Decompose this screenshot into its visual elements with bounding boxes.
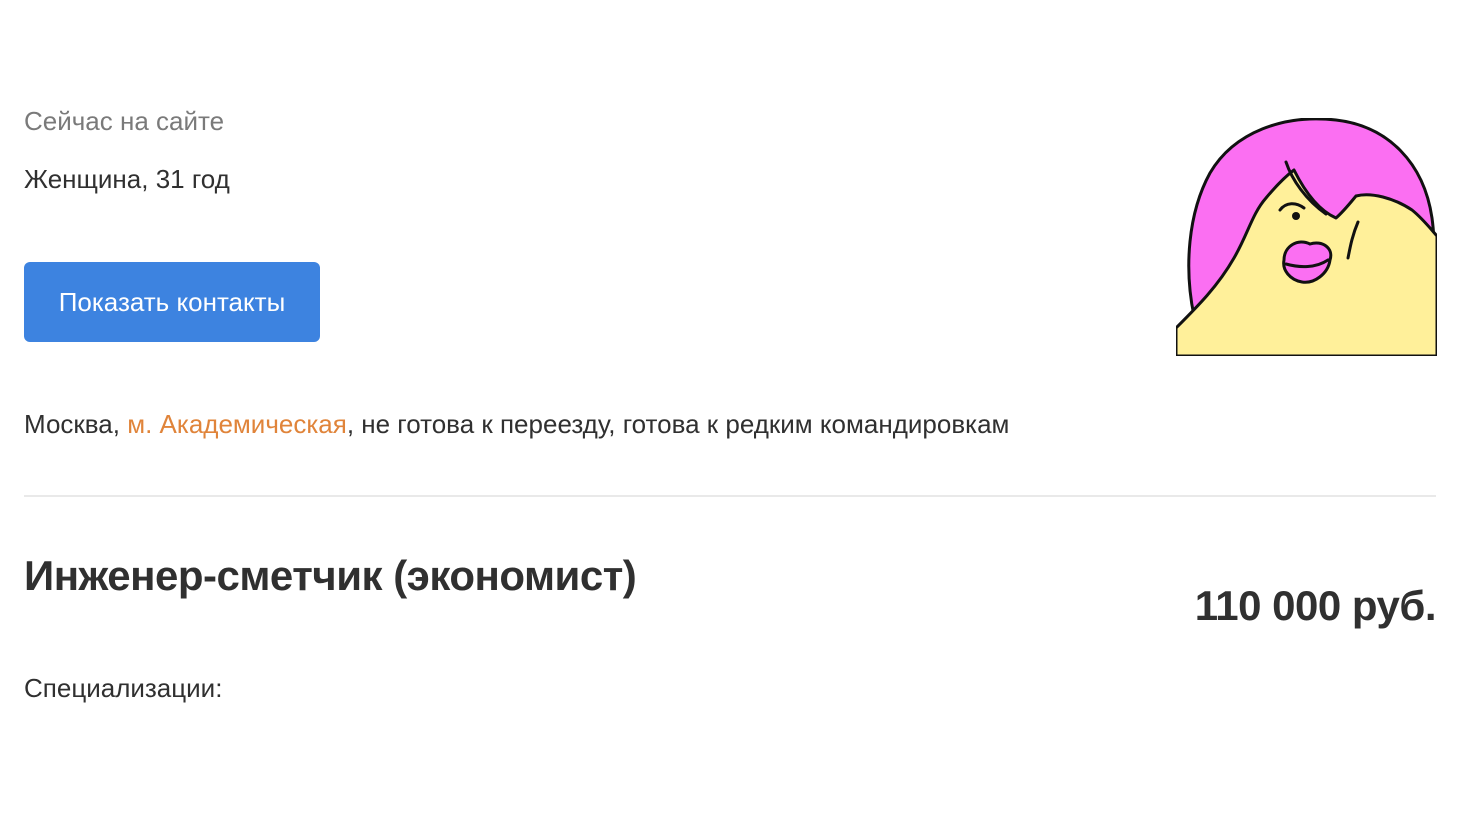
city-name: Москва: [24, 409, 113, 439]
position-title: Инженер-сметчик (экономист): [24, 552, 637, 599]
online-status: Сейчас на сайте: [24, 106, 225, 136]
salary: 110 000 руб.: [1194, 582, 1437, 629]
location-separator: ,: [112, 409, 128, 439]
section-divider: [24, 495, 1436, 497]
avatar: [1176, 118, 1437, 356]
location-line: Москва, м. Академическая, не готова к пе…: [24, 406, 1009, 442]
metro-station-link[interactable]: м. Академическая: [127, 409, 347, 439]
specializations-label: Специализации:: [24, 673, 223, 703]
gender-age: Женщина, 31 год: [24, 164, 230, 194]
relocation-text: , не готова к переезду, готова к редким …: [346, 409, 1010, 439]
cartoon-woman-avatar-icon: [1176, 118, 1437, 356]
show-contacts-button[interactable]: Показать контакты: [24, 262, 320, 342]
